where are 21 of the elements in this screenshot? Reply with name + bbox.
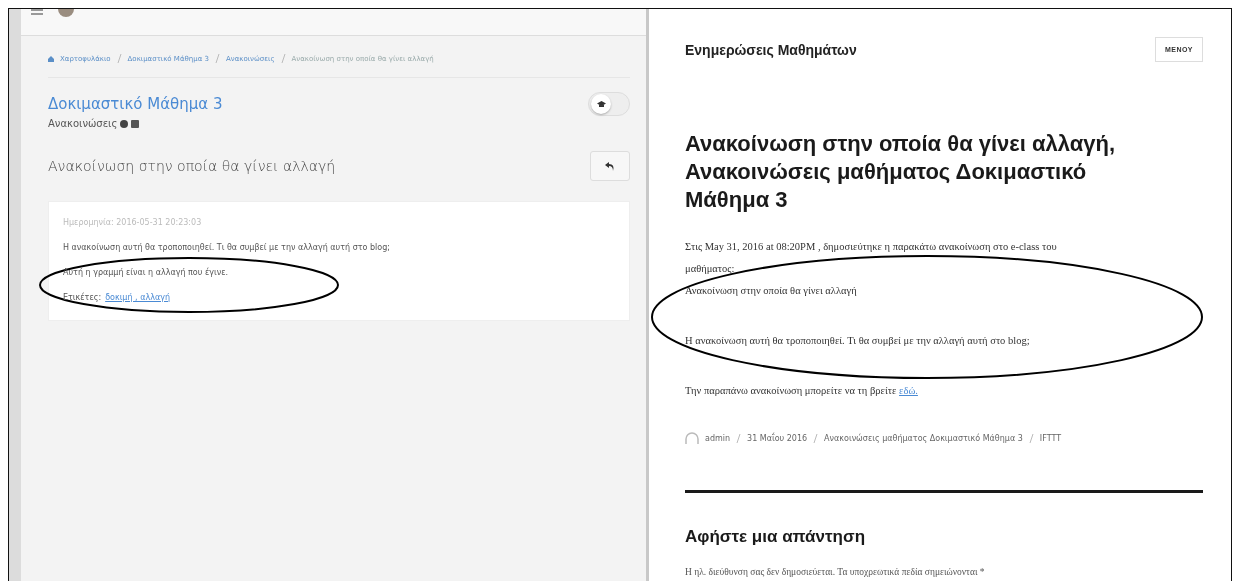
- section-label: Ανακοινώσεις: [48, 118, 118, 129]
- announcement-title: Ανακοίνωση στην οποία θα γίνει αλλαγή: [48, 158, 336, 174]
- announcement-body: Η ανακοίνωση αυτή θα τροποποιηθεί. Τι θα συμβεί με την αλλαγή αυτή στο blog;: [63, 243, 391, 252]
- meta-link[interactable]: IFTTT: [1039, 433, 1062, 443]
- intro-text: Στις May 31, 2016 at 08:20PM , δημοσιεύτηκε η παρακάτω ανακοίνωση στο e-class του μαθήματος:: [685, 240, 1058, 276]
- changed-line: Αυτή η γραμμή είναι η αλλαγή που έγινε.: [63, 268, 229, 277]
- reply-note: Η ηλ. διεύθυνση σας δεν δημοσιεύεται. Τα υποχρεωτικά πεδία σημειώνονται *: [685, 567, 986, 577]
- site-title[interactable]: Ενημερώσεις Μαθημάτων: [685, 41, 857, 58]
- meta-link[interactable]: 31 Μαΐου 2016: [747, 433, 808, 443]
- post-body: Η ανακοίνωση αυτή θα τροποποιηθεί. Τι θα συμβεί με την αλλαγή αυτή στο blog;: [685, 334, 1031, 348]
- tags-label: Ετικέτες:: [63, 293, 102, 302]
- quoted-title: Ανακοίνωση στην οποία θα γίνει αλλαγή: [685, 284, 858, 298]
- date-text: Ημερομηνία: 2016-05-31 20:23:03: [63, 218, 203, 227]
- more-text: Την παραπάνω ανακοίνωση μπορείτε να τη βρείτε εδώ.: [685, 384, 919, 398]
- tags-link[interactable]: δοκιμή , αλλαγή: [105, 293, 170, 302]
- meta-link[interactable]: Ανακοινώσεις μαθήματος Δοκιμαστικό Μάθημα 3: [824, 433, 1023, 443]
- meta-link[interactable]: admin: [705, 433, 731, 443]
- reply-heading: Αφήστε μια απάντηση: [685, 527, 866, 547]
- course-title[interactable]: Δοκιμαστικό Μάθημα 3: [48, 95, 223, 113]
- post-title: Ανακοίνωση στην οποία θα γίνει αλλαγή, Ανακοινώσεις μαθήματος Δοκιμαστικό Μάθημα 3: [685, 130, 1117, 214]
- here-link[interactable]: εδώ.: [899, 385, 918, 396]
